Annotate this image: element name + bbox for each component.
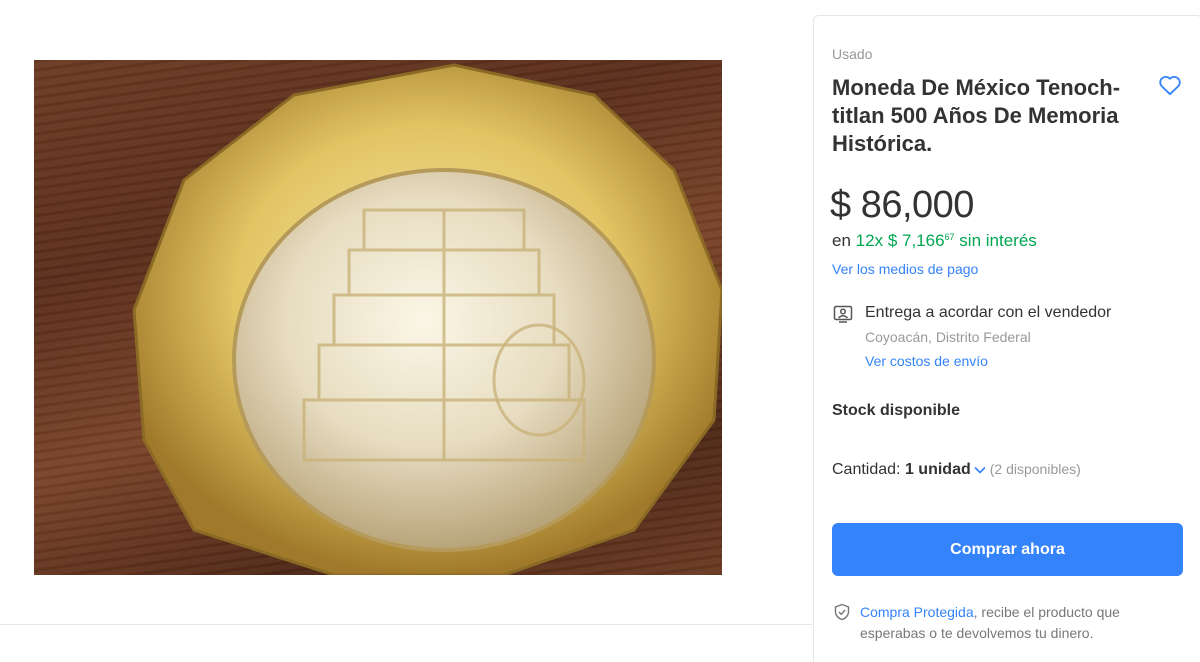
quantity-selector[interactable]: Cantidad: 1 unidad (2 disponibles) xyxy=(832,461,1081,479)
installments-cents: 67 xyxy=(944,232,955,242)
buy-box: Usado Moneda De México Tenoch-titlan 500… xyxy=(813,15,1200,662)
divider xyxy=(0,624,812,625)
product-price: $ 86,000 xyxy=(830,184,974,226)
product-title: Moneda De México Tenoch-titlan 500 Años … xyxy=(832,75,1121,156)
coin-illustration xyxy=(132,63,722,575)
stock-label: Stock disponible xyxy=(832,402,961,419)
shipping-location: Coyoacán, Distrito Federal xyxy=(865,329,1031,345)
shipping-title: Entrega a acordar con el vendedor xyxy=(865,304,1112,321)
payment-methods-link[interactable]: Ver los medios de pago xyxy=(832,261,978,277)
purchase-protection: Compra Protegida, recibe el producto que… xyxy=(860,602,1170,644)
shield-check-icon xyxy=(834,603,850,621)
buy-now-button[interactable]: Comprar ahora xyxy=(832,523,1183,576)
installments-count: 12x xyxy=(855,231,884,250)
shipping-costs-link[interactable]: Ver costos de envío xyxy=(865,353,988,369)
installments-suffix: sin interés xyxy=(959,231,1037,250)
person-card-icon xyxy=(833,305,853,323)
quantity-available: (2 disponibles) xyxy=(989,461,1081,477)
quantity-label: Cantidad: xyxy=(832,461,901,478)
heart-icon[interactable] xyxy=(1157,72,1183,98)
installments-amount: $ 7,166 xyxy=(887,231,945,250)
chevron-down-icon[interactable] xyxy=(974,466,986,474)
installments: en 12x $ 7,16667 sin interés xyxy=(832,231,1037,251)
product-photo[interactable] xyxy=(34,60,722,575)
installments-prefix: en xyxy=(832,231,851,250)
quantity-value[interactable]: 1 unidad xyxy=(905,461,971,478)
protected-purchase-link[interactable]: Compra Protegida xyxy=(860,604,974,620)
condition-label: Usado xyxy=(832,46,873,62)
